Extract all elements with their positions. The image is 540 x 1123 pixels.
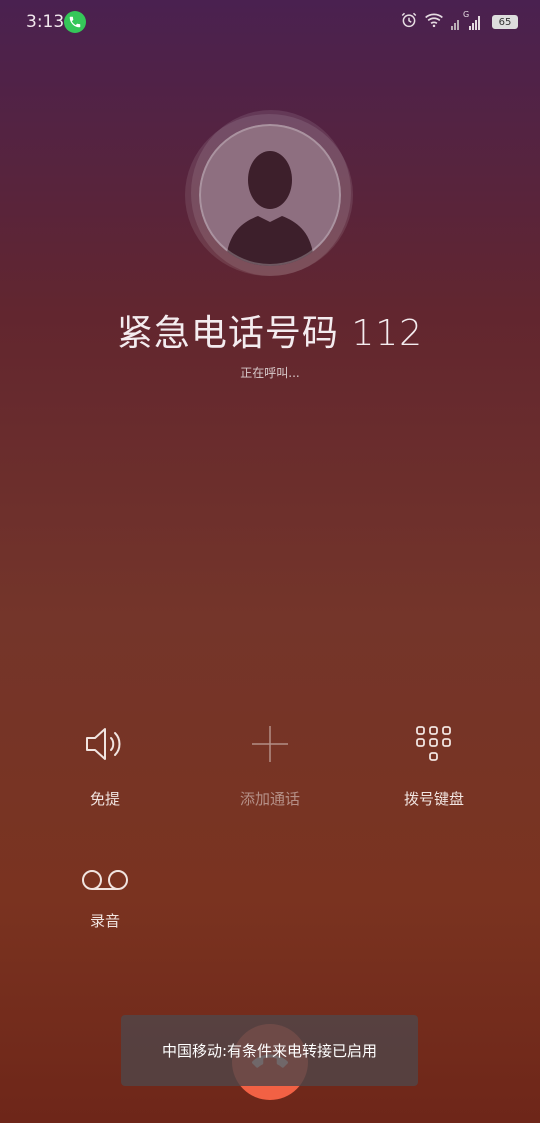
keypad-label: 拨号键盘 xyxy=(403,790,464,808)
speaker-button[interactable]: 免提 xyxy=(45,722,165,809)
alarm-icon xyxy=(400,11,418,33)
contact-avatar xyxy=(185,110,355,280)
speaker-label: 免提 xyxy=(89,790,120,808)
avatar-circle xyxy=(199,124,341,266)
status-time: 3:13 xyxy=(26,12,65,32)
add-call-button[interactable]: 添加通话 xyxy=(210,722,330,809)
contact-name: 紧急电话号码 112 xyxy=(116,313,424,354)
battery-level: 65 xyxy=(498,16,512,28)
toast-message: 中国移动:有条件来电转接已启用 xyxy=(161,1042,378,1060)
speaker-icon xyxy=(45,722,165,766)
status-icons: G 65 xyxy=(400,10,518,34)
voicemail-record-icon xyxy=(45,858,165,902)
record-label: 录音 xyxy=(89,912,120,930)
dialpad-icon xyxy=(374,722,494,766)
add-call-label: 添加通话 xyxy=(239,790,300,808)
network-type-label: G xyxy=(463,10,470,19)
record-button[interactable]: 录音 xyxy=(45,858,165,931)
keypad-button[interactable]: 拨号键盘 xyxy=(374,722,494,809)
plus-icon xyxy=(210,722,330,766)
call-status: 正在呼叫... xyxy=(240,366,300,380)
phone-call-icon[interactable] xyxy=(64,11,86,33)
person-silhouette-icon xyxy=(226,151,314,266)
toast-notification: 中国移动:有条件来电转接已启用 xyxy=(121,1015,418,1086)
battery-icon: 65 xyxy=(492,15,518,29)
wifi-icon xyxy=(424,12,444,32)
status-bar: 3:13 G 65 xyxy=(0,0,540,46)
signal-icon: G xyxy=(450,10,486,31)
